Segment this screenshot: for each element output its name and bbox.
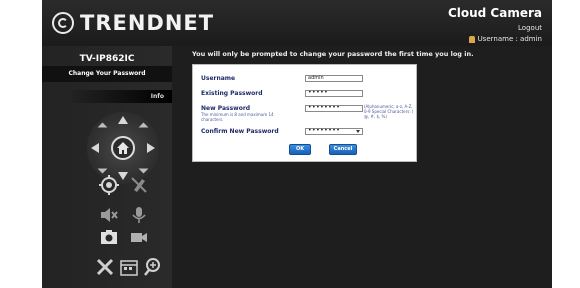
sidebar: TV-IP862IC Change Your Password Info [42,46,172,288]
settings-tools-icon[interactable] [94,256,116,278]
trendnet-logo-icon [52,12,74,34]
home-icon[interactable] [111,136,135,160]
right-arrow-icon[interactable] [147,143,155,153]
confirm-password-field[interactable]: •••••••• [305,128,363,135]
trendnet-logo: TRENDNET [52,9,214,37]
chevron-down-icon [356,130,360,133]
confirm-password-label: Confirm New Password [201,128,279,135]
camera-app-window: TRENDNET Cloud Camera Logout Username : … [42,0,552,288]
pencil-off-icon[interactable] [128,174,150,196]
username-field[interactable]: admin [305,75,363,82]
zoom-icon[interactable] [142,256,164,278]
main-content: You will only be prompted to change your… [182,46,552,288]
header-bar: TRENDNET Cloud Camera Logout Username : … [42,0,552,46]
change-password-menu-item[interactable]: Change Your Password [42,66,172,82]
existing-password-field[interactable]: ••••• [305,90,363,97]
microphone-icon[interactable] [128,204,150,226]
logout-link[interactable]: Logout [448,24,542,32]
left-arrow-icon[interactable] [91,143,99,153]
ok-button[interactable]: OK [289,144,311,155]
target-icon[interactable] [98,174,120,196]
video-camera-icon[interactable] [128,226,150,248]
logo-text: TRENDNET [80,11,215,35]
password-notice: You will only be prompted to change your… [192,50,474,58]
up-arrow-icon[interactable] [118,116,128,124]
user-icon [468,35,475,43]
username-label: Username : admin [477,35,542,43]
cancel-button[interactable]: Cancel [329,144,357,155]
username-label: Username [201,75,236,82]
new-password-label: New Password [201,105,251,112]
change-password-form: Username admin Existing Password ••••• N… [192,64,417,162]
header-right: Cloud Camera Logout Username : admin [448,6,542,43]
existing-password-label: Existing Password [201,90,263,97]
new-password-hint: (Alphanumeric; a-z, A-Z, 0-9 Special Cha… [364,104,414,119]
speaker-mute-icon[interactable] [98,204,120,226]
new-password-field[interactable]: •••••••• [305,105,363,112]
model-name: TV-IP862IC [79,54,135,64]
calendar-icon[interactable] [118,256,140,278]
info-menu-item[interactable]: Info [72,90,172,103]
confirm-password-value: •••••••• [308,127,341,134]
username-display: Username : admin [448,35,542,43]
new-password-note: The minimum is 8 and maximum 14 characte… [201,112,274,122]
app-title: Cloud Camera [447,6,542,20]
snapshot-icon[interactable] [98,226,120,248]
